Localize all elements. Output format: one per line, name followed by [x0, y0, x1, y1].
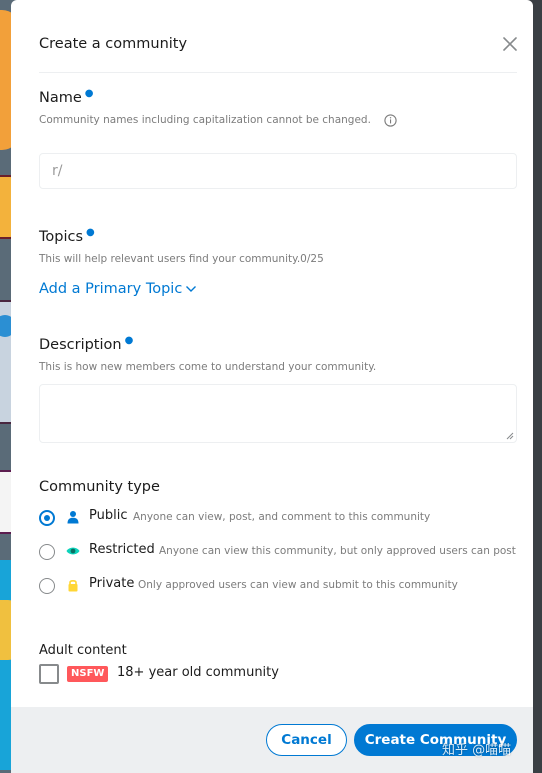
- radio-public[interactable]: [39, 510, 55, 526]
- add-primary-topic-label: Add a Primary Topic: [39, 281, 183, 297]
- header-divider: [39, 72, 517, 73]
- name-prefix: r/: [52, 163, 63, 179]
- resize-grip-icon[interactable]: [506, 432, 514, 440]
- description-hint: This is how new members come to understa…: [39, 361, 377, 373]
- modal-title: Create a community: [39, 36, 188, 52]
- type-name-public: Public: [89, 508, 128, 523]
- type-desc-restricted: Anyone can view this community, but only…: [159, 545, 516, 557]
- close-button[interactable]: [499, 33, 521, 55]
- nsfw-badge: NSFW: [67, 666, 109, 682]
- type-desc-private: Only approved users can view and submit …: [138, 579, 458, 591]
- required-dot: ●: [84, 88, 94, 99]
- adult-content-label: Adult content: [39, 643, 127, 658]
- topics-hint: This will help relevant users find your …: [39, 253, 324, 265]
- type-name-restricted: Restricted: [89, 542, 155, 557]
- name-label: Name ●: [39, 88, 94, 106]
- watermark: 知乎 @喵喵: [442, 743, 512, 758]
- close-icon[interactable]: [499, 33, 521, 55]
- name-hint: Community names including capitalization…: [39, 114, 371, 126]
- required-dot: ●: [124, 335, 134, 346]
- community-name-field[interactable]: r/: [39, 153, 517, 190]
- user-icon: [67, 511, 79, 524]
- lock-icon: [68, 580, 78, 592]
- type-name-private: Private: [89, 576, 135, 591]
- community-type-label: Community type: [39, 479, 160, 495]
- chevron-down-icon: [186, 286, 197, 292]
- type-desc-public: Anyone can view, post, and comment to th…: [133, 511, 431, 523]
- adult-content-checkbox[interactable]: [39, 664, 59, 684]
- cancel-button[interactable]: Cancel: [266, 724, 347, 756]
- required-dot: ●: [86, 227, 95, 238]
- topics-label: Topics ●: [39, 227, 95, 245]
- add-primary-topic-link[interactable]: Add a Primary Topic: [39, 281, 197, 297]
- community-name-input[interactable]: [70, 154, 514, 190]
- adult-content-checkbox-label[interactable]: 18+ year old community: [117, 665, 279, 680]
- info-icon[interactable]: [384, 114, 397, 127]
- description-textarea[interactable]: [39, 384, 517, 443]
- radio-restricted[interactable]: [39, 544, 55, 560]
- eye-icon: [66, 547, 80, 555]
- radio-private[interactable]: [39, 578, 55, 594]
- create-community-modal: Create a community Name ● Community names…: [11, 0, 533, 773]
- description-label: Description ●: [39, 335, 134, 353]
